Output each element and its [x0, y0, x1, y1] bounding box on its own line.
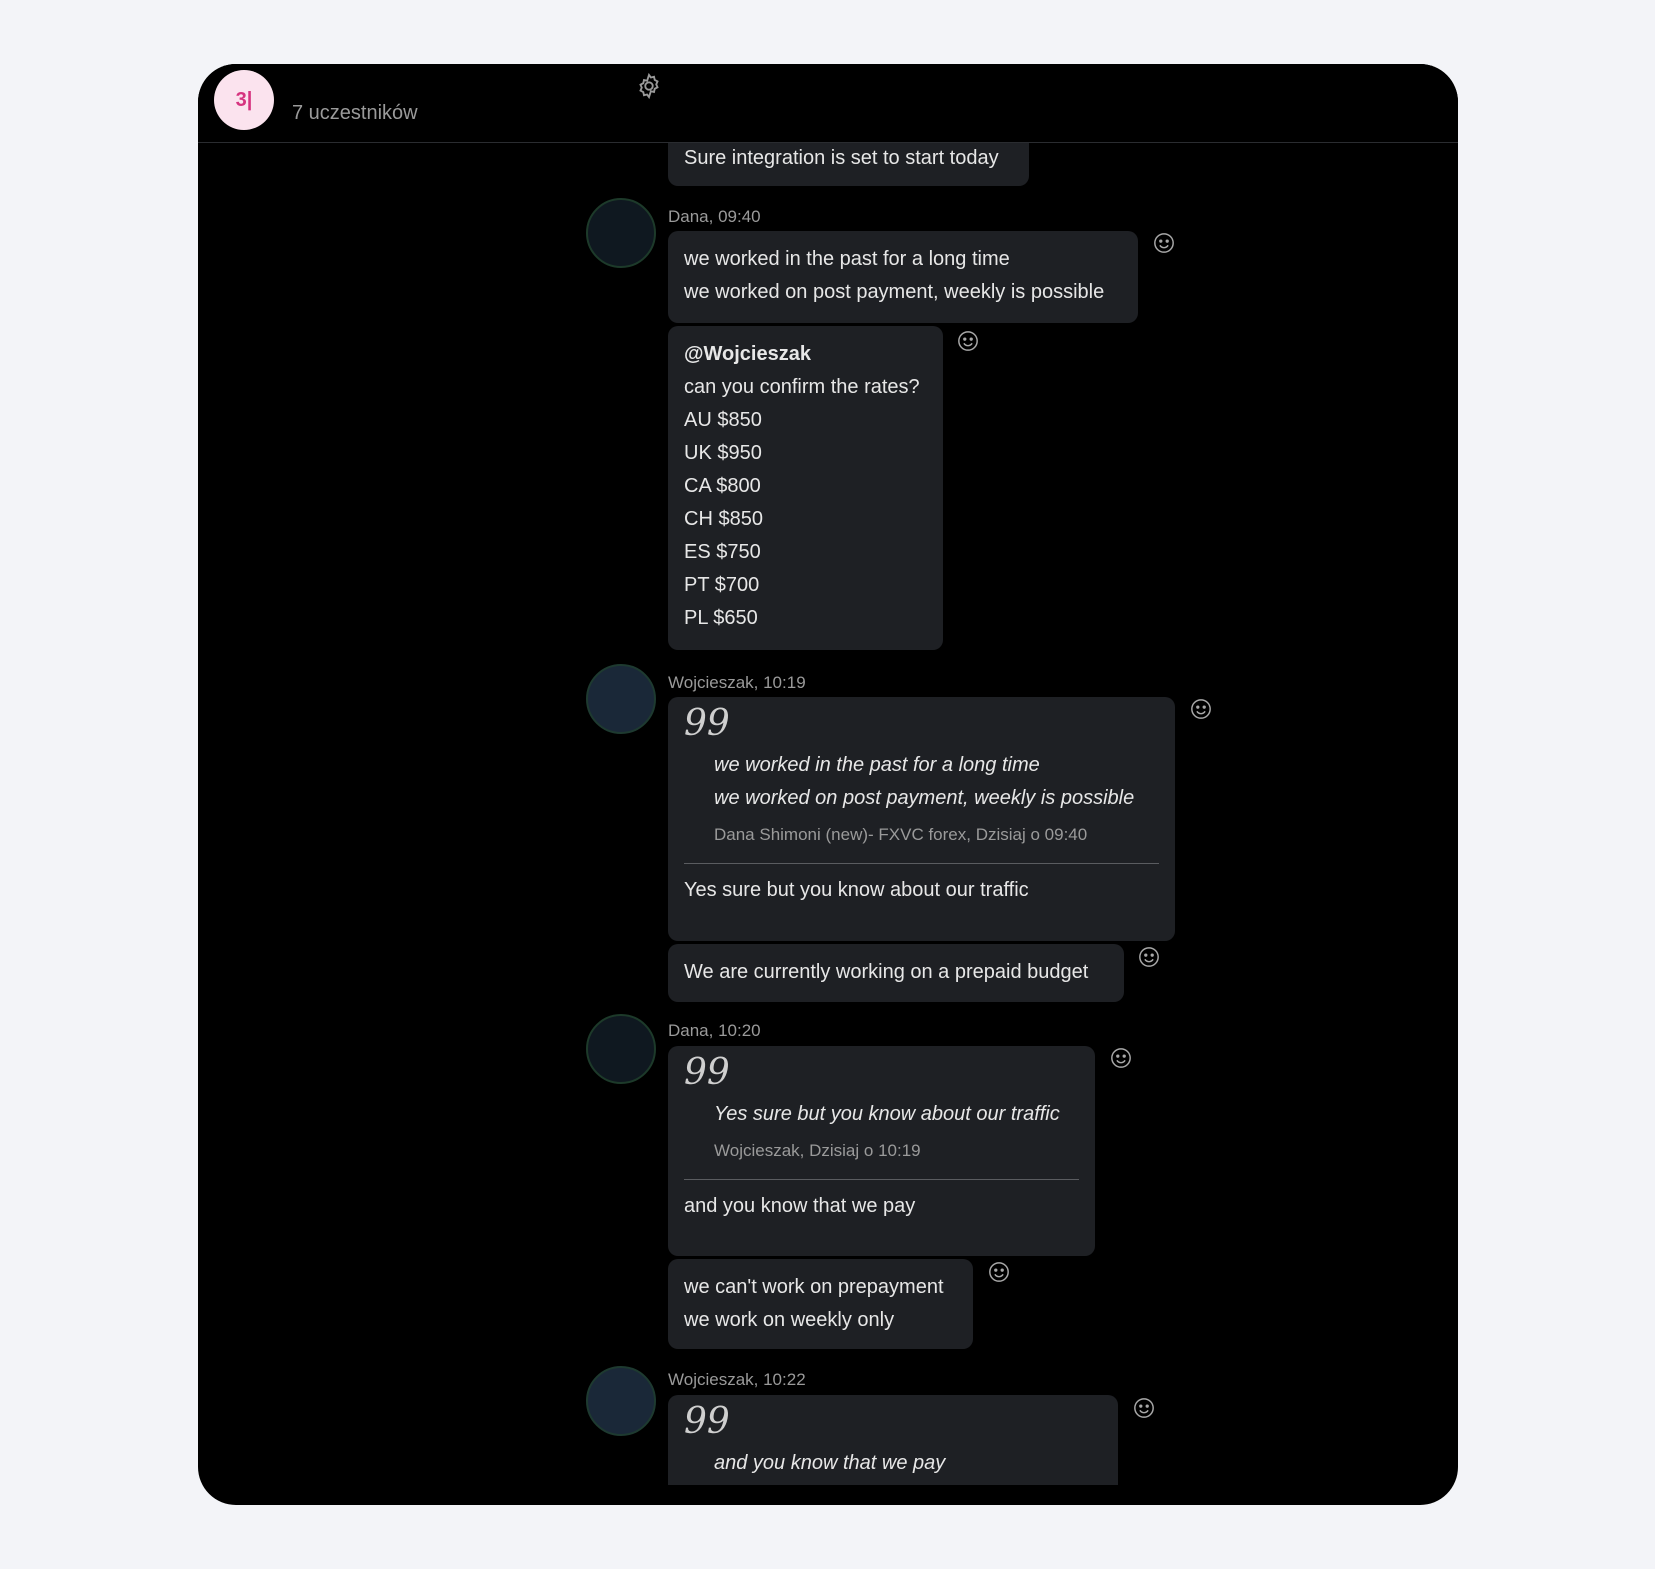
avatar[interactable] [586, 1366, 656, 1436]
message-author-time: Dana, 09:40 [668, 207, 761, 226]
message-bubble[interactable]: 99 we worked in the past for a long time… [668, 697, 1175, 941]
quote-icon: 99 [684, 1401, 730, 1442]
quote-divider [684, 863, 1159, 864]
message-bubble[interactable]: we worked in the past for a long time we… [668, 231, 1138, 323]
chat-window: 3| 7 uczestników Sure integration is set… [198, 64, 1458, 1505]
avatar[interactable] [586, 198, 656, 268]
avatar[interactable] [586, 664, 656, 734]
message-bubble[interactable]: We are currently working on a prepaid bu… [668, 944, 1124, 1002]
quote-source: Wojcieszak, Dzisiaj o 10:19 [714, 1141, 921, 1160]
message-text: ES $750 [684, 541, 761, 563]
participants-count[interactable]: 7 uczestników [292, 102, 418, 125]
quoted-text: Yes sure but you know about our traffic [714, 1103, 1060, 1125]
message-bubble[interactable]: 99 Yes sure but you know about our traff… [668, 1046, 1095, 1256]
message-text: we can't work on prepayment [684, 1276, 944, 1298]
message-text: we worked in the past for a long time [684, 248, 1010, 270]
message-author-time: Wojcieszak, 10:19 [668, 673, 806, 692]
message-text: Sure integration is set to start today [684, 147, 999, 169]
smiley-icon[interactable] [988, 1261, 1010, 1283]
gear-icon[interactable] [635, 72, 663, 100]
quote-source: Dana Shimoni (new)- FXVC forex, Dzisiaj … [714, 825, 1088, 844]
smiley-icon[interactable] [1133, 1397, 1155, 1419]
message-author-time: Wojcieszak, 10:22 [668, 1370, 806, 1389]
message-text: we worked on post payment, weekly is pos… [684, 281, 1105, 303]
message-bubble[interactable]: 99 and you know that we pay [668, 1395, 1118, 1485]
message-bubble[interactable]: @Wojcieszak can you confirm the rates? A… [668, 326, 943, 650]
quote-icon: 99 [684, 703, 730, 744]
quote-divider [684, 1179, 1079, 1180]
smiley-icon[interactable] [957, 330, 979, 352]
message-bubble[interactable]: we can't work on prepayment we work on w… [668, 1259, 973, 1349]
message-text: CA $800 [684, 475, 761, 497]
mention[interactable]: @Wojcieszak [684, 338, 927, 371]
smiley-icon[interactable] [1110, 1047, 1132, 1069]
message-text: UK $950 [684, 442, 762, 464]
quoted-text: we worked in the past for a long time we… [714, 754, 1135, 809]
message-author-time: Dana, 10:20 [668, 1021, 761, 1040]
message-text: and you know that we pay [684, 1195, 916, 1217]
message-text: We are currently working on a prepaid bu… [684, 961, 1089, 983]
message-text: PT $700 [684, 574, 760, 596]
message-text: AU $850 [684, 409, 762, 431]
message-text: Yes sure but you know about our traffic [684, 879, 1029, 901]
message-text: we work on weekly only [684, 1309, 895, 1331]
avatar[interactable] [586, 1014, 656, 1084]
smiley-icon[interactable] [1138, 946, 1160, 968]
smiley-icon[interactable] [1153, 232, 1175, 254]
message-text: can you confirm the rates? [684, 376, 920, 398]
message-text: PL $650 [684, 607, 758, 629]
group-avatar[interactable]: 3| [214, 70, 274, 130]
quoted-text: and you know that we pay [714, 1452, 946, 1474]
quote-icon: 99 [684, 1052, 730, 1093]
smiley-icon[interactable] [1190, 698, 1212, 720]
message-text: CH $850 [684, 508, 763, 530]
chat-header: 3| 7 uczestników [198, 64, 1458, 143]
